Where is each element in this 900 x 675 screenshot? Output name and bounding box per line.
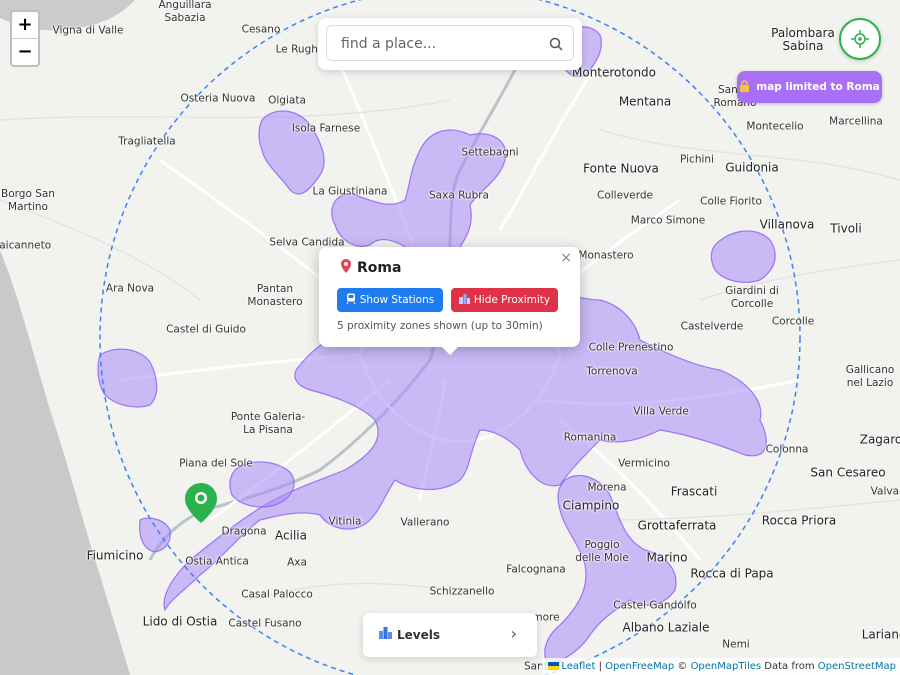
openfreemap-link[interactable]: OpenFreeMap xyxy=(605,661,674,672)
place-popup: × Roma Show Stations Hide Proximity 5 pr… xyxy=(319,247,580,355)
hide-proximity-label: Hide Proximity xyxy=(473,294,551,306)
show-stations-label: Show Stations xyxy=(359,294,435,306)
zoom-out-button[interactable]: − xyxy=(12,38,38,65)
city-icon xyxy=(379,627,392,642)
attribution-copy: © xyxy=(674,661,691,672)
proximity-zone-west xyxy=(97,348,158,408)
proximity-zone-east xyxy=(710,230,776,283)
levels-label-text: Levels xyxy=(397,627,441,642)
ukraine-flag-icon xyxy=(548,662,560,670)
pin-icon xyxy=(341,259,351,277)
show-stations-button[interactable]: Show Stations xyxy=(337,288,443,312)
levels-panel[interactable]: Levels › xyxy=(363,613,537,657)
zoom-in-button[interactable]: + xyxy=(12,12,38,38)
openmaptiles-link[interactable]: OpenMapTiles xyxy=(691,661,762,672)
map-attribution: Leaflet | OpenFreeMap © OpenMapTiles Dat… xyxy=(542,658,900,675)
map-marker-icon[interactable] xyxy=(185,483,217,527)
close-icon[interactable]: × xyxy=(560,250,572,266)
train-icon xyxy=(346,293,356,307)
openstreetmap-link[interactable]: OpenStreetMap xyxy=(818,661,896,672)
proximity-zone-south xyxy=(544,475,677,666)
zoom-control: + − xyxy=(10,10,40,67)
search-input[interactable] xyxy=(327,26,553,62)
proximity-zone-north xyxy=(331,129,507,265)
city-icon xyxy=(458,293,470,307)
levels-label: Levels xyxy=(379,627,440,642)
sea-area xyxy=(0,250,130,675)
popup-info-text: 5 proximity zones shown (up to 30min) xyxy=(337,320,543,332)
attribution-data-from: Data from xyxy=(761,661,818,672)
leaflet-link[interactable]: Leaflet xyxy=(561,661,595,672)
search-icon[interactable] xyxy=(549,36,563,55)
attribution-sep: | xyxy=(595,661,606,672)
hide-proximity-button[interactable]: Hide Proximity xyxy=(451,288,558,312)
lock-icon xyxy=(739,79,750,95)
map-limit-label: map limited to Roma xyxy=(756,81,880,93)
proximity-zone-fiumicino xyxy=(139,517,171,553)
proximity-zone-northwest xyxy=(258,110,325,195)
popup-title: Roma xyxy=(341,259,401,277)
search-box xyxy=(326,25,574,62)
chevron-right-icon: › xyxy=(510,624,517,643)
crosshair-icon xyxy=(851,30,869,48)
search-panel xyxy=(318,18,582,70)
popup-title-text: Roma xyxy=(357,260,402,276)
locate-button[interactable] xyxy=(839,18,881,60)
proximity-zone-piana xyxy=(229,461,295,508)
map-limit-badge[interactable]: map limited to Roma xyxy=(737,71,882,103)
